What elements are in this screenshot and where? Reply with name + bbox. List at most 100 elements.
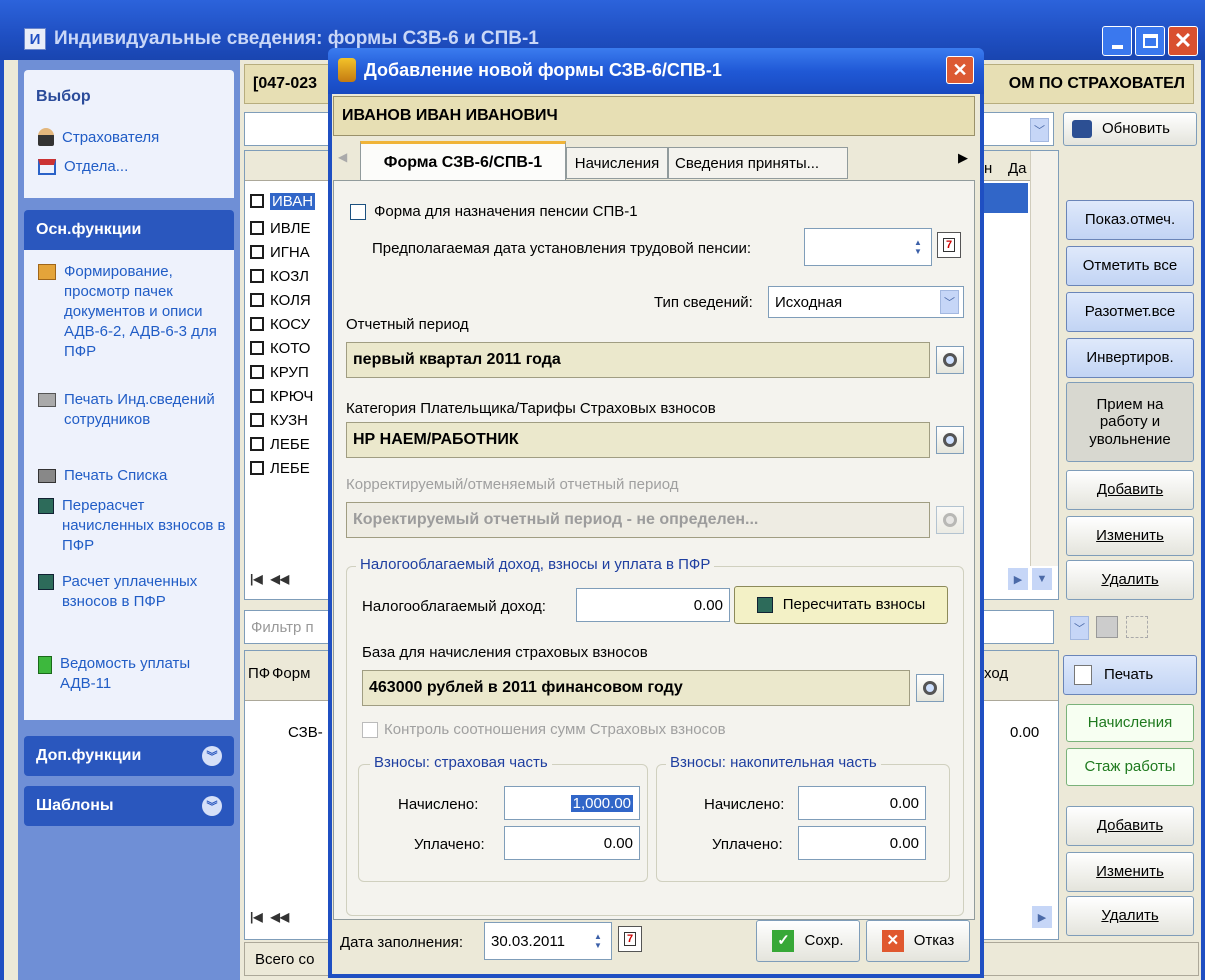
edit-employee-button[interactable]: Изменить xyxy=(1066,516,1194,556)
category-label: Категория Плательщика/Тарифы Страховых в… xyxy=(346,400,716,417)
list-item[interactable]: ИГНА xyxy=(250,240,330,264)
edit-form-button[interactable]: Изменить xyxy=(1066,852,1194,892)
info-type-select[interactable]: Исходная xyxy=(768,286,964,318)
first-record-icon[interactable]: |◀ xyxy=(250,572,263,586)
info-type-dropdown-arrow[interactable]: ﹀ xyxy=(940,290,959,314)
unmark-all-button[interactable]: Разотмет.все xyxy=(1066,292,1194,332)
close-button[interactable]: ✕ xyxy=(1168,26,1198,56)
filter-dropdown-arrow[interactable]: ﹀ xyxy=(1070,616,1089,640)
window-title: Индивидуальные сведения: формы СЗВ-6 и С… xyxy=(54,28,539,49)
table-navigator[interactable]: |◀ ◀◀ xyxy=(246,568,330,590)
list-item[interactable]: КРЮЧ xyxy=(250,384,330,408)
sidebar-item-strakhovatelya[interactable]: Страхователя xyxy=(38,128,159,146)
list-item[interactable]: КОТО xyxy=(250,336,330,360)
chevron-down-icon[interactable]: ︾ xyxy=(202,746,222,766)
sav-accrued-input[interactable]: 0.00 xyxy=(798,786,926,820)
maximize-button[interactable] xyxy=(1135,26,1165,56)
ins-accrued-input[interactable]: 1,000.00 xyxy=(504,786,640,820)
scroll-down-button[interactable]: ▼ xyxy=(1032,568,1052,590)
list-item[interactable]: ИВАН xyxy=(250,186,330,216)
delete-form-button[interactable]: Удалить xyxy=(1066,896,1194,936)
tab-scroll-left[interactable]: ◀ xyxy=(338,150,347,164)
list-item[interactable]: ИВЛЕ xyxy=(250,216,330,240)
sidebar-item-pereraschet[interactable]: Перерасчет начисленных взносов в ПФР xyxy=(38,496,228,556)
first-record-icon[interactable]: |◀ xyxy=(250,910,263,924)
list-item[interactable]: КОЗЛ xyxy=(250,264,330,288)
row-checkbox[interactable] xyxy=(250,413,264,427)
mark-all-button[interactable]: Отметить все xyxy=(1066,246,1194,286)
list-item[interactable]: КОСУ xyxy=(250,312,330,336)
cancel-button[interactable]: ✕ Отказ xyxy=(866,920,970,962)
sidebar-item-otdela[interactable]: Отдела... xyxy=(38,158,128,175)
list-item[interactable]: КРУП xyxy=(250,360,330,384)
tab-scroll-right[interactable]: ▶ xyxy=(958,150,968,166)
row-checkbox[interactable] xyxy=(250,317,264,331)
sidebar-header-osn[interactable]: Осн.функции xyxy=(24,210,234,250)
add-form-button[interactable]: Добавить xyxy=(1066,806,1194,846)
row-checkbox[interactable] xyxy=(250,389,264,403)
spin-up-icon[interactable]: ▲ xyxy=(914,238,922,247)
row-checkbox[interactable] xyxy=(250,437,264,451)
spin-down-icon[interactable]: ▼ xyxy=(594,941,602,950)
pension-date-spinner[interactable]: ▲ ▼ xyxy=(908,232,928,262)
print-button[interactable]: Печать xyxy=(1063,655,1197,695)
row-checkbox[interactable] xyxy=(250,269,264,283)
sidebar-header-shabl[interactable]: Шаблоны ︾ xyxy=(24,786,234,826)
base-search-button[interactable] xyxy=(916,674,944,702)
row-checkbox[interactable] xyxy=(250,341,264,355)
tab-svedeniya[interactable]: Сведения приняты... xyxy=(668,147,848,179)
fill-date-spinner[interactable]: ▲ ▼ xyxy=(588,926,608,956)
category-search-button[interactable] xyxy=(936,426,964,454)
period-search-button[interactable] xyxy=(936,346,964,374)
filter-apply-icon[interactable] xyxy=(1096,616,1118,638)
spin-down-icon[interactable]: ▼ xyxy=(914,247,922,256)
table-scrollbar[interactable] xyxy=(1030,151,1058,566)
list-item[interactable]: ЛЕБЕ xyxy=(250,456,330,480)
spin-up-icon[interactable]: ▲ xyxy=(594,932,602,941)
chevron-down-icon[interactable]: ︾ xyxy=(202,796,222,816)
filter-clear-icon[interactable] xyxy=(1126,616,1148,638)
row-checkbox[interactable] xyxy=(250,221,264,235)
add-employee-button[interactable]: Добавить xyxy=(1066,470,1194,510)
forms-navigator[interactable]: |◀ ◀◀ xyxy=(246,906,330,928)
recalc-button[interactable]: Пересчитать взносы xyxy=(734,586,948,624)
list-item[interactable]: КУЗН xyxy=(250,408,330,432)
sidebar-header-dop[interactable]: Доп.функции ︾ xyxy=(24,736,234,776)
row-checkbox[interactable] xyxy=(250,365,264,379)
minimize-button[interactable] xyxy=(1102,26,1132,56)
list-item[interactable]: ЛЕБЕ xyxy=(250,432,330,456)
sidebar-item-raschet[interactable]: Расчет уплаченных взносов в ПФР xyxy=(38,572,228,612)
spv-checkbox[interactable] xyxy=(350,204,366,220)
accruals-button[interactable]: Начисления xyxy=(1066,704,1194,742)
sidebar-item-pechat-spiska[interactable]: Печать Списка xyxy=(38,466,228,486)
row-checkbox[interactable] xyxy=(250,245,264,259)
row-checkbox[interactable] xyxy=(250,461,264,475)
sidebar-item-formirovanie[interactable]: Формирование, просмотр пачек документов … xyxy=(38,262,228,362)
ins-paid-input[interactable]: 0.00 xyxy=(504,826,640,860)
prev-page-icon[interactable]: ◀◀ xyxy=(271,910,289,924)
forms-scroll-right[interactable]: ▶ xyxy=(1032,906,1052,928)
scroll-right-button[interactable]: ▶ xyxy=(1008,568,1028,590)
show-marked-button[interactable]: Показ.отмеч. xyxy=(1066,200,1194,240)
list-item[interactable]: КОЛЯ xyxy=(250,288,330,312)
row-checkbox[interactable] xyxy=(250,194,264,208)
invert-button[interactable]: Инвертиров. xyxy=(1066,338,1194,378)
sidebar-item-pechat-ind[interactable]: Печать Инд.сведений сотрудников xyxy=(38,390,228,430)
fill-date-calendar-button[interactable]: 7 xyxy=(618,926,642,952)
magnifier-icon xyxy=(943,513,957,527)
save-button[interactable]: ✓ Сохр. xyxy=(756,920,860,962)
delete-employee-button[interactable]: Удалить xyxy=(1066,560,1194,600)
refresh-button[interactable]: Обновить xyxy=(1063,112,1197,146)
pension-date-calendar-button[interactable]: 7 xyxy=(937,232,961,258)
tab-form-szv6[interactable]: Форма СЗВ-6/СПВ-1 xyxy=(360,141,566,181)
employer-dropdown-arrow[interactable]: ﹀ xyxy=(1030,118,1049,142)
prev-page-icon[interactable]: ◀◀ xyxy=(271,572,289,586)
taxable-income-input[interactable]: 0.00 xyxy=(576,588,730,622)
row-checkbox[interactable] xyxy=(250,293,264,307)
hire-dismiss-button[interactable]: Прием на работу и увольнение xyxy=(1066,382,1194,462)
seniority-button[interactable]: Стаж работы xyxy=(1066,748,1194,786)
dialog-close-button[interactable]: ✕ xyxy=(946,56,974,84)
sidebar-item-vedomost[interactable]: Ведомость уплаты АДВ-11 xyxy=(38,654,228,694)
sav-paid-input[interactable]: 0.00 xyxy=(798,826,926,860)
tab-nachisleniya[interactable]: Начисления xyxy=(566,147,668,179)
